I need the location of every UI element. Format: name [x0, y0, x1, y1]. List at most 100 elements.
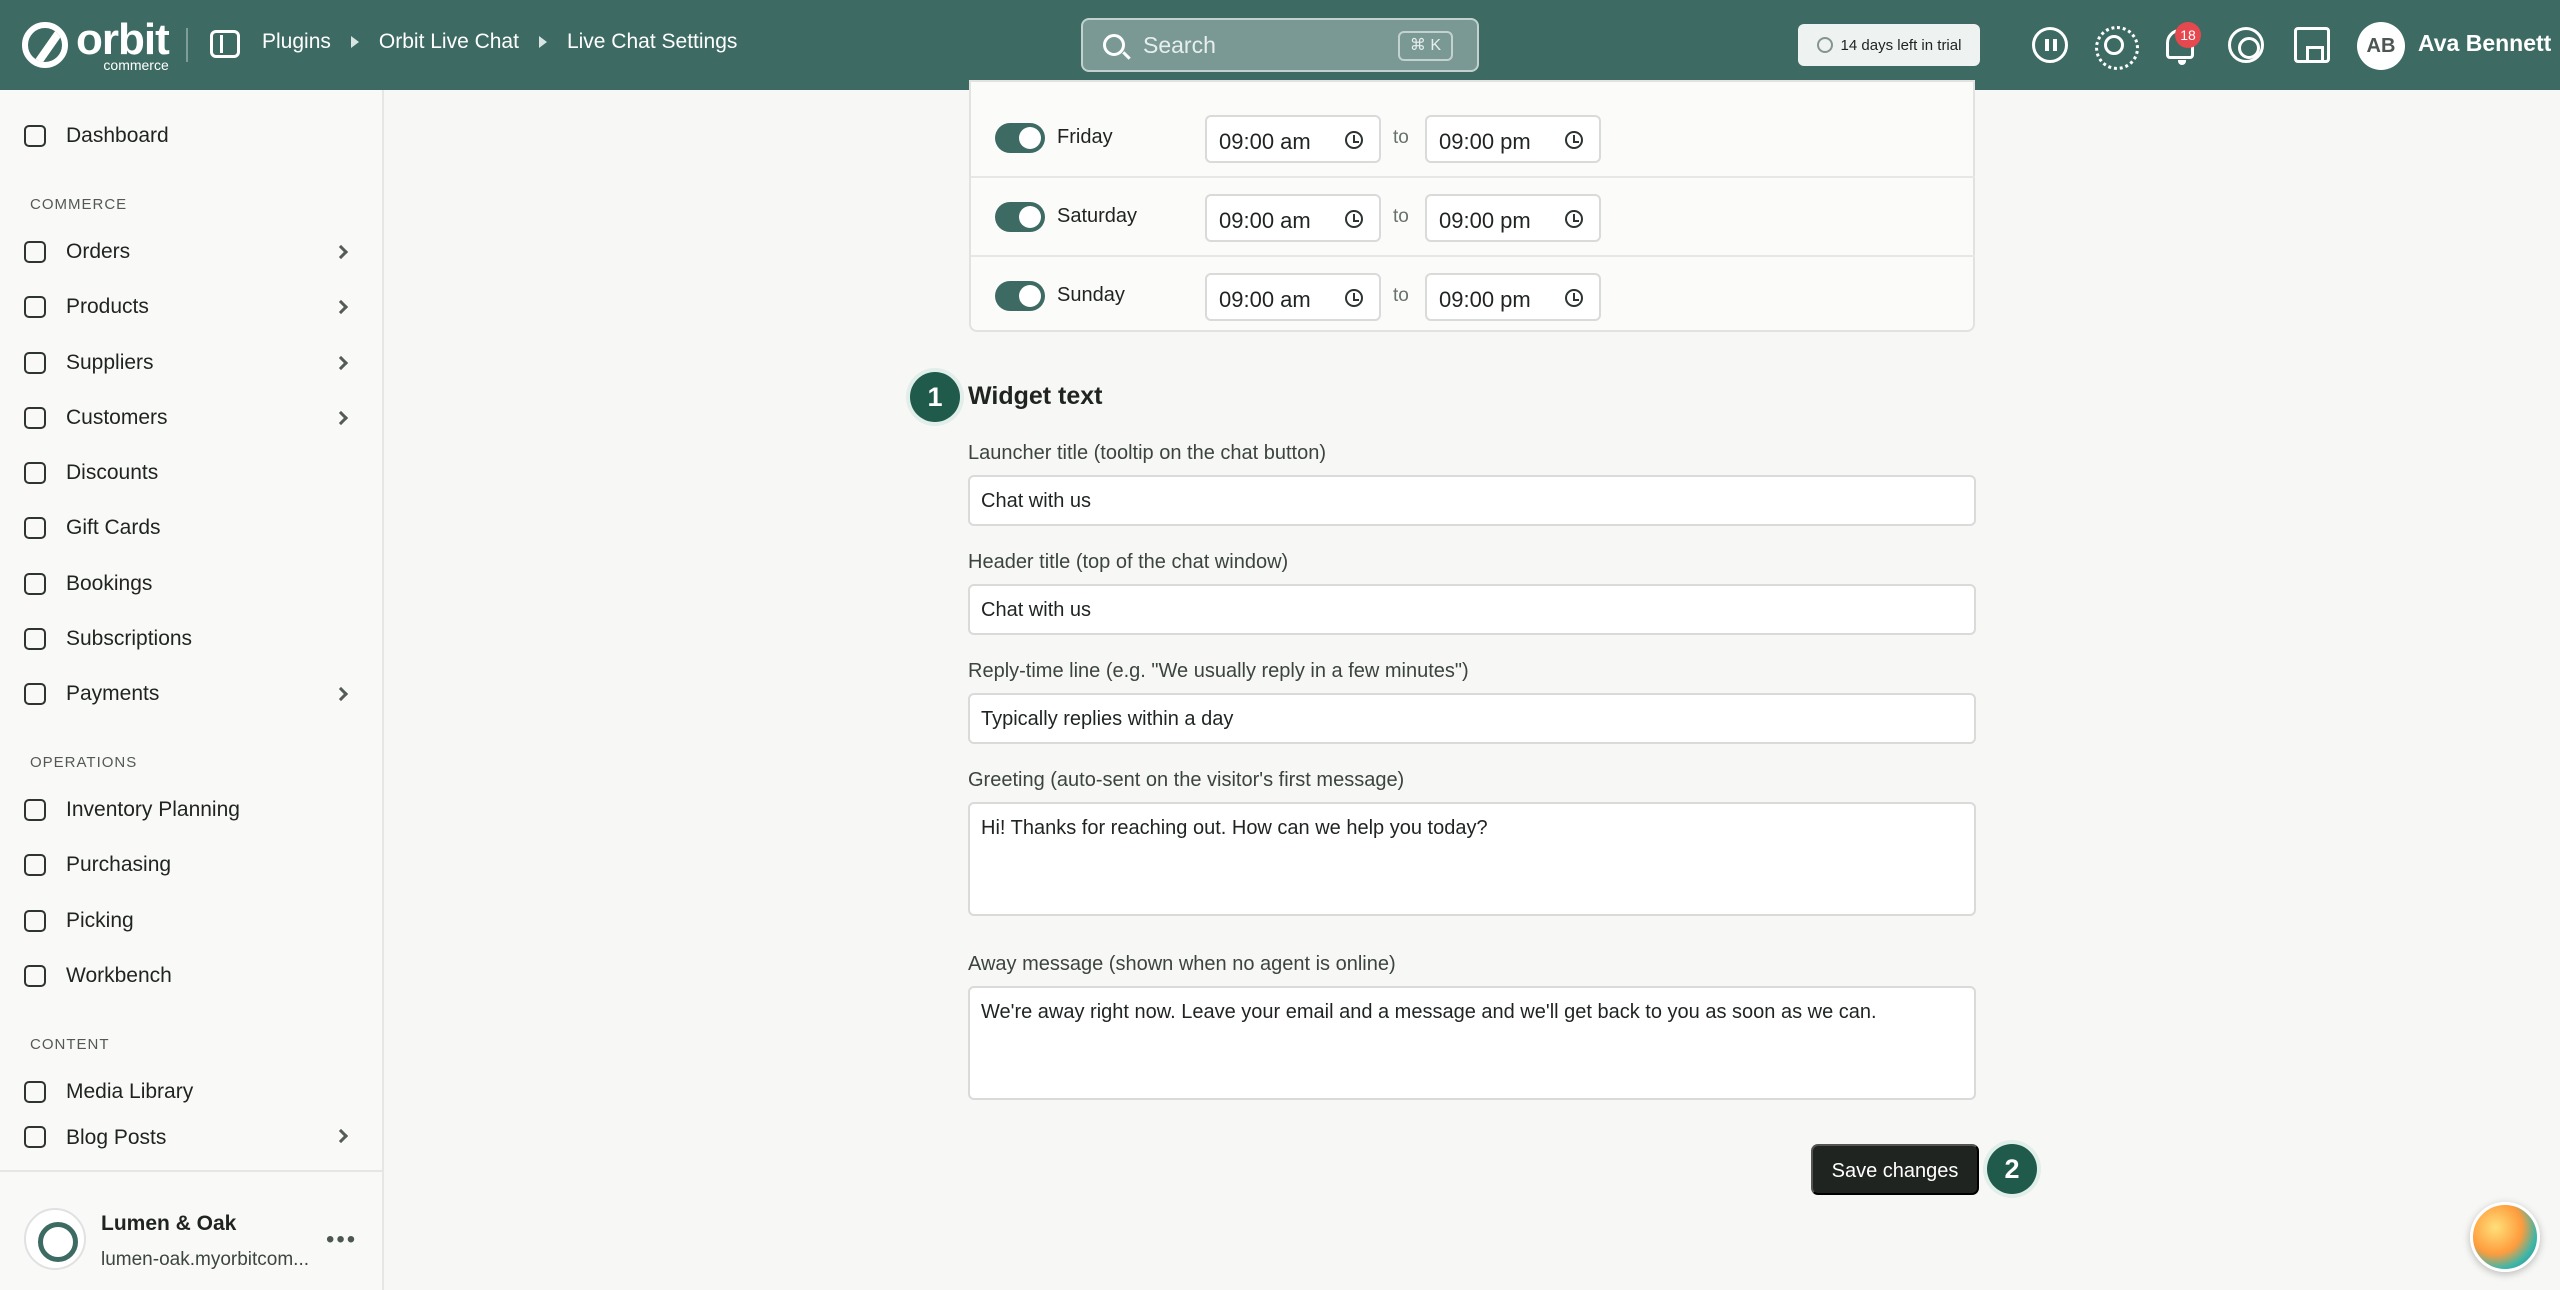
sidebar-item-discounts[interactable]: Discounts — [24, 451, 360, 495]
dashboard-icon — [24, 125, 46, 147]
trial-text: 14 days left in trial — [1840, 36, 1962, 54]
launcher-title-input[interactable]: Chat with us — [968, 475, 1976, 526]
business-hours-card: Friday 09:00 am to 09:00 pm Saturday 09:… — [969, 80, 1975, 332]
close-time-input[interactable]: 09:00 pm — [1425, 273, 1601, 321]
sidebar-item-payments[interactable]: Payments — [24, 672, 360, 716]
launcher-title-label: Launcher title (tooltip on the chat butt… — [968, 442, 1327, 464]
open-time-input[interactable]: 09:00 am — [1205, 194, 1381, 242]
search-shortcut-badge: ⌘ K — [1397, 31, 1453, 61]
sidebar-item-picking[interactable]: Picking — [24, 899, 360, 943]
sidebar-item-gift-cards[interactable]: Gift Cards — [24, 506, 360, 550]
sidebar-item-dashboard[interactable]: Dashboard — [24, 114, 360, 158]
sidebar-item-products[interactable]: Products — [24, 285, 360, 329]
close-time-value: 09:00 pm — [1439, 287, 1531, 312]
save-changes-button[interactable]: Save changes — [1811, 1144, 1979, 1195]
more-icon[interactable]: ••• — [326, 1226, 357, 1254]
store-switcher[interactable]: Lumen & Oak lumen-oak.myorbitcom... ••• — [0, 1170, 384, 1290]
close-time-input[interactable]: 09:00 pm — [1425, 194, 1601, 242]
breadcrumb-orbit-live-chat[interactable]: Orbit Live Chat — [379, 30, 519, 54]
open-time-input[interactable]: 09:00 am — [1205, 115, 1381, 163]
building-icon — [24, 352, 46, 374]
sidebar-item-customers[interactable]: Customers — [24, 396, 360, 440]
header-title-input[interactable]: Chat with us — [968, 584, 1976, 635]
sidebar-item-label: Picking — [66, 909, 134, 932]
sidebar-item-label: Customers — [66, 406, 168, 429]
clock-icon — [1565, 131, 1583, 149]
sidebar-item-label: Suppliers — [66, 351, 154, 374]
sidebar-item-inventory-planning[interactable]: Inventory Planning — [24, 788, 360, 832]
chevron-right-icon — [333, 299, 349, 315]
sidebar-toggle-icon[interactable] — [210, 30, 240, 58]
orbit-commerce-logo[interactable]: orbit commerce — [22, 18, 170, 72]
sidebar-item-suppliers[interactable]: Suppliers — [24, 341, 360, 385]
sidebar-item-workbench[interactable]: Workbench — [24, 954, 360, 998]
search-icon — [1103, 34, 1125, 56]
sidebar-item-bookings[interactable]: Bookings — [24, 562, 360, 606]
day-toggle[interactable] — [995, 281, 1045, 311]
search-input[interactable]: Search ⌘ K — [1081, 18, 1479, 72]
cube-icon — [24, 965, 46, 987]
image-icon — [24, 1081, 46, 1103]
box-icon — [24, 296, 46, 318]
trial-badge[interactable]: 14 days left in trial — [1798, 24, 1980, 66]
breadcrumb-plugins[interactable]: Plugins — [262, 30, 331, 54]
day-toggle[interactable] — [995, 123, 1045, 153]
notification-count-badge: 18 — [2175, 22, 2201, 48]
search-placeholder: Search — [1143, 31, 1216, 58]
sidebar-item-purchasing[interactable]: Purchasing — [24, 843, 360, 887]
chevron-right-icon — [333, 686, 349, 702]
breadcrumb-separator-icon — [538, 36, 547, 48]
section-title-commerce: COMMERCE — [30, 196, 128, 213]
clock-icon — [1345, 210, 1363, 228]
day-toggle[interactable] — [995, 202, 1045, 232]
avatar[interactable]: AB — [2357, 22, 2405, 70]
pause-icon[interactable] — [2032, 27, 2068, 63]
gift-icon — [24, 517, 46, 539]
sidebar-item-orders[interactable]: Orders — [24, 230, 360, 274]
sidebar-item-label: Dashboard — [66, 124, 169, 147]
sidebar-item-label: Workbench — [66, 964, 172, 987]
clock-icon — [1816, 37, 1833, 53]
hours-row-saturday: Saturday 09:00 am to 09:00 pm — [971, 178, 1975, 257]
orders-icon — [24, 241, 46, 263]
theme-sun-icon[interactable] — [2095, 26, 2139, 70]
breadcrumb: Plugins Orbit Live Chat Live Chat Settin… — [262, 30, 737, 54]
clock-icon — [1345, 131, 1363, 149]
store-logo-icon — [24, 1208, 86, 1270]
storefront-icon[interactable] — [2294, 27, 2330, 63]
open-time-value: 09:00 am — [1219, 129, 1311, 154]
step-marker-2: 2 — [1987, 1144, 2037, 1194]
card-icon — [24, 683, 46, 705]
calendar-icon — [24, 573, 46, 595]
hours-row-sunday: Sunday 09:00 am to 09:00 pm — [971, 257, 1975, 336]
open-time-input[interactable]: 09:00 am — [1205, 273, 1381, 321]
sidebar-item-media-library[interactable]: Media Library — [24, 1070, 360, 1114]
sidebar-item-label: Blog Posts — [66, 1126, 167, 1149]
section-heading-widget-text: Widget text — [968, 382, 1103, 410]
reply-time-input[interactable]: Typically replies within a day — [968, 693, 1976, 744]
header-divider — [186, 28, 188, 62]
sidebar-item-subscriptions[interactable]: Subscriptions — [24, 617, 360, 661]
header-title-label: Header title (top of the chat window) — [968, 551, 1289, 573]
greeting-label: Greeting (auto-sent on the visitor's fir… — [968, 769, 1405, 791]
away-message-textarea[interactable]: We're away right now. Leave your email a… — [968, 986, 1976, 1100]
help-lifebuoy-icon[interactable] — [2228, 27, 2264, 63]
close-time-input[interactable]: 09:00 pm — [1425, 115, 1601, 163]
sidebar-item-label: Media Library — [66, 1080, 194, 1103]
sidebar-item-label: Discounts — [66, 461, 159, 484]
top-bar: orbit commerce Plugins Orbit Live Chat L… — [0, 0, 2560, 90]
chat-launcher-avatar-icon[interactable] — [2470, 1202, 2540, 1272]
user-name[interactable]: Ava Bennett — [2418, 30, 2551, 57]
sidebar-item-label: Bookings — [66, 572, 153, 595]
day-label: Sunday — [1057, 284, 1125, 306]
main-content: Friday 09:00 am to 09:00 pm Saturday 09:… — [386, 80, 2560, 1290]
day-label: Saturday — [1057, 205, 1138, 227]
section-title-content: CONTENT — [30, 1036, 110, 1053]
breadcrumb-live-chat-settings: Live Chat Settings — [566, 30, 738, 53]
hours-row-friday: Friday 09:00 am to 09:00 pm — [971, 99, 1975, 178]
sidebar-item-label: Purchasing — [66, 853, 172, 876]
greeting-textarea[interactable]: Hi! Thanks for reaching out. How can we … — [968, 802, 1976, 916]
sidebar-item-blog-posts[interactable]: Blog Posts — [24, 1126, 360, 1150]
close-time-value: 09:00 pm — [1439, 208, 1531, 233]
tag-icon — [24, 462, 46, 484]
